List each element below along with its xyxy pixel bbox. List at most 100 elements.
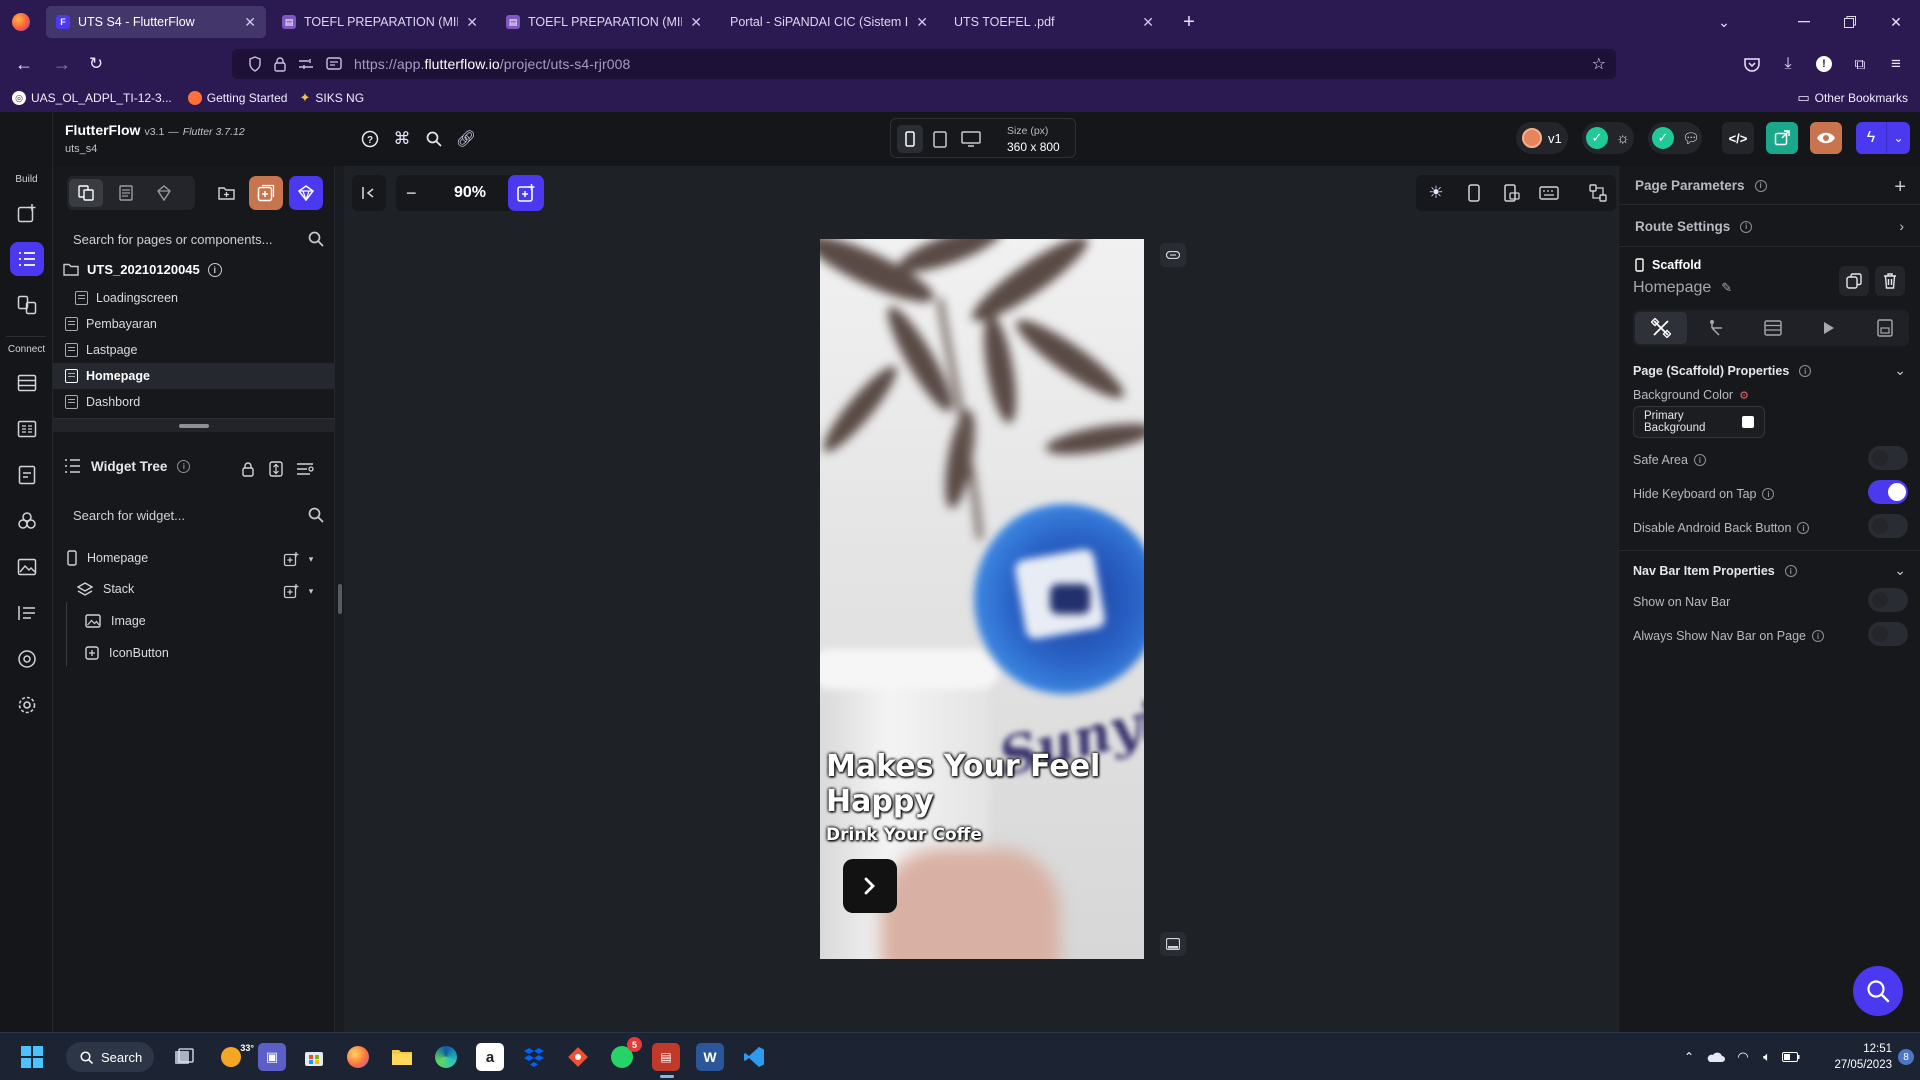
- other-bookmarks[interactable]: ▭ Other Bookmarks: [1797, 90, 1908, 106]
- device-size-value[interactable]: 360 x 800: [1007, 140, 1060, 154]
- dropbox-icon[interactable]: [520, 1043, 548, 1071]
- animations-play-icon[interactable]: [1807, 316, 1851, 340]
- chevron-down-icon[interactable]: ⌄: [1894, 562, 1906, 579]
- info-icon[interactable]: i: [207, 262, 222, 277]
- page-search-input[interactable]: Search for pages or components...: [53, 222, 334, 256]
- disable-back-toggle[interactable]: [1868, 514, 1908, 538]
- panel-resize-handle[interactable]: [53, 418, 334, 432]
- properties-tab-icon[interactable]: [1635, 312, 1687, 344]
- clock[interactable]: 12:51 27/05/2023: [1808, 1041, 1892, 1073]
- permissions-icon[interactable]: [298, 57, 314, 71]
- show-nav-toggle[interactable]: [1868, 588, 1908, 612]
- close-window-icon[interactable]: ✕: [1884, 10, 1908, 34]
- components-tab-icon[interactable]: [111, 179, 141, 207]
- forward-icon[interactable]: →: [50, 52, 74, 76]
- caret-down-icon[interactable]: ▾: [305, 584, 317, 598]
- widget-name[interactable]: Homepage ✎: [1633, 279, 1732, 297]
- command-palette-icon[interactable]: ⌘: [390, 127, 414, 151]
- restore-window-icon[interactable]: [1838, 10, 1862, 34]
- caret-down-icon[interactable]: ▾: [305, 552, 317, 566]
- add-parameter-icon[interactable]: +: [1894, 176, 1906, 199]
- hide-keyboard-toggle[interactable]: [1868, 480, 1908, 504]
- info-icon[interactable]: i: [1784, 565, 1797, 577]
- page-item-loadingscreen[interactable]: Loadingscreen: [53, 285, 334, 311]
- subline-text[interactable]: Drink Your Coffe: [826, 825, 982, 845]
- onedrive-cloud-icon[interactable]: [1704, 1047, 1726, 1067]
- show-hidden-icons-icon[interactable]: ⌃: [1680, 1047, 1698, 1067]
- lock-icon[interactable]: [274, 56, 286, 72]
- amazon-icon[interactable]: a: [476, 1043, 504, 1071]
- run-test-button[interactable]: ϟ ⌄: [1856, 122, 1910, 154]
- light-mode-sun-icon[interactable]: ☀: [1424, 181, 1448, 205]
- pocket-icon[interactable]: [1740, 52, 1764, 76]
- scaffold-properties-header[interactable]: Page (Scaffold) Properties i: [1633, 364, 1812, 378]
- search-icon[interactable]: [308, 507, 324, 523]
- add-child-widget-icon[interactable]: [281, 581, 301, 601]
- page-item-lastpage[interactable]: Lastpage: [53, 337, 334, 363]
- teams-chat-icon[interactable]: ▣: [258, 1043, 286, 1071]
- add-widget-icon[interactable]: [10, 196, 44, 230]
- pdf-reader-icon[interactable]: ▤: [652, 1043, 680, 1071]
- collapse-panel-icon[interactable]: [352, 175, 386, 211]
- theme-icon[interactable]: [10, 504, 44, 538]
- vscode-icon[interactable]: [740, 1043, 768, 1071]
- safe-area-toggle[interactable]: [1868, 446, 1908, 470]
- task-view-icon[interactable]: [170, 1043, 198, 1071]
- close-tab-icon[interactable]: ✕: [244, 14, 256, 31]
- chevron-down-icon[interactable]: ⌄: [1887, 131, 1910, 145]
- info-icon[interactable]: i: [1762, 488, 1775, 500]
- left-panel-splitter[interactable]: [334, 166, 344, 1032]
- next-icon-button[interactable]: [843, 859, 897, 913]
- browser-tab-toefl-2[interactable]: ▤ TOEFL PREPARATION (MID TERM ✕: [496, 6, 712, 38]
- nav-bar-toggle-icon[interactable]: [1160, 932, 1186, 956]
- git-app-icon[interactable]: [564, 1043, 592, 1071]
- page-parameters-header[interactable]: Page Parameters i: [1635, 178, 1767, 193]
- bookmark-getting-started[interactable]: Getting Started: [187, 91, 287, 105]
- share-export-icon[interactable]: [1766, 122, 1798, 154]
- desktop-device-icon[interactable]: [961, 131, 981, 147]
- widget-search-input[interactable]: Search for widget...: [53, 498, 334, 532]
- help-icon[interactable]: ?: [358, 127, 382, 151]
- search-icon[interactable]: [422, 127, 446, 151]
- storyboard-icon[interactable]: [10, 288, 44, 322]
- search-icon[interactable]: [308, 231, 324, 247]
- page-state-tab-icon[interactable]: [1863, 316, 1907, 340]
- backend-query-tab-icon[interactable]: [1751, 316, 1795, 340]
- page-item-dashbord[interactable]: Dashbord: [53, 389, 334, 415]
- bookmark-star-icon[interactable]: ☆: [1592, 54, 1606, 74]
- browser-tab-flutterflow[interactable]: F UTS S4 - FlutterFlow ✕: [46, 6, 266, 38]
- address-bar[interactable]: https://app.flutterflow.io/project/uts-s…: [232, 49, 1616, 79]
- back-icon[interactable]: ←: [12, 52, 36, 76]
- phone-preview[interactable]: Sunyi Makes Your Feel Happy Drink Your C…: [820, 239, 1144, 959]
- tree-options-icon[interactable]: [293, 458, 317, 480]
- firefox-taskbar-icon[interactable]: [344, 1043, 372, 1071]
- nav-bar-properties-header[interactable]: Nav Bar Item Properties i: [1633, 564, 1797, 578]
- add-child-widget-icon[interactable]: [281, 549, 301, 569]
- close-tab-icon[interactable]: ✕: [466, 14, 478, 31]
- actions-tab-icon[interactable]: [1695, 316, 1739, 340]
- page-item-homepage[interactable]: Homepage: [53, 363, 334, 389]
- info-icon[interactable]: i: [1740, 220, 1753, 233]
- view-code-icon[interactable]: </>: [1722, 122, 1754, 154]
- reload-icon[interactable]: ↻: [84, 52, 108, 76]
- custom-code-icon[interactable]: [10, 596, 44, 630]
- tree-node-homepage[interactable]: Homepage: [67, 550, 148, 566]
- zoom-level[interactable]: 90%: [454, 184, 486, 202]
- link-icon[interactable]: 🔗︎: [454, 127, 478, 151]
- comments-status-group[interactable]: ✓ 💬︎: [1648, 122, 1702, 154]
- keyboard-icon[interactable]: [1536, 181, 1562, 205]
- page-info-icon[interactable]: [326, 57, 342, 71]
- close-tab-icon[interactable]: ✕: [690, 14, 702, 31]
- tablet-device-icon[interactable]: [933, 131, 947, 148]
- volume-icon[interactable]: 🔈︎: [1756, 1047, 1778, 1067]
- wifi-icon[interactable]: ◠: [1732, 1047, 1754, 1067]
- word-icon[interactable]: W: [696, 1043, 724, 1071]
- page-item-pembayaran[interactable]: Pembayaran: [53, 311, 334, 337]
- new-folder-icon[interactable]: [211, 179, 241, 207]
- marketplace-icon[interactable]: [289, 176, 323, 210]
- lock-icon[interactable]: [237, 458, 259, 480]
- library-tab-icon[interactable]: [149, 179, 179, 207]
- add-widget-button[interactable]: [508, 175, 544, 211]
- pages-tab-icon[interactable]: [69, 179, 103, 207]
- debug-status-group[interactable]: ✓ ☼: [1582, 122, 1634, 154]
